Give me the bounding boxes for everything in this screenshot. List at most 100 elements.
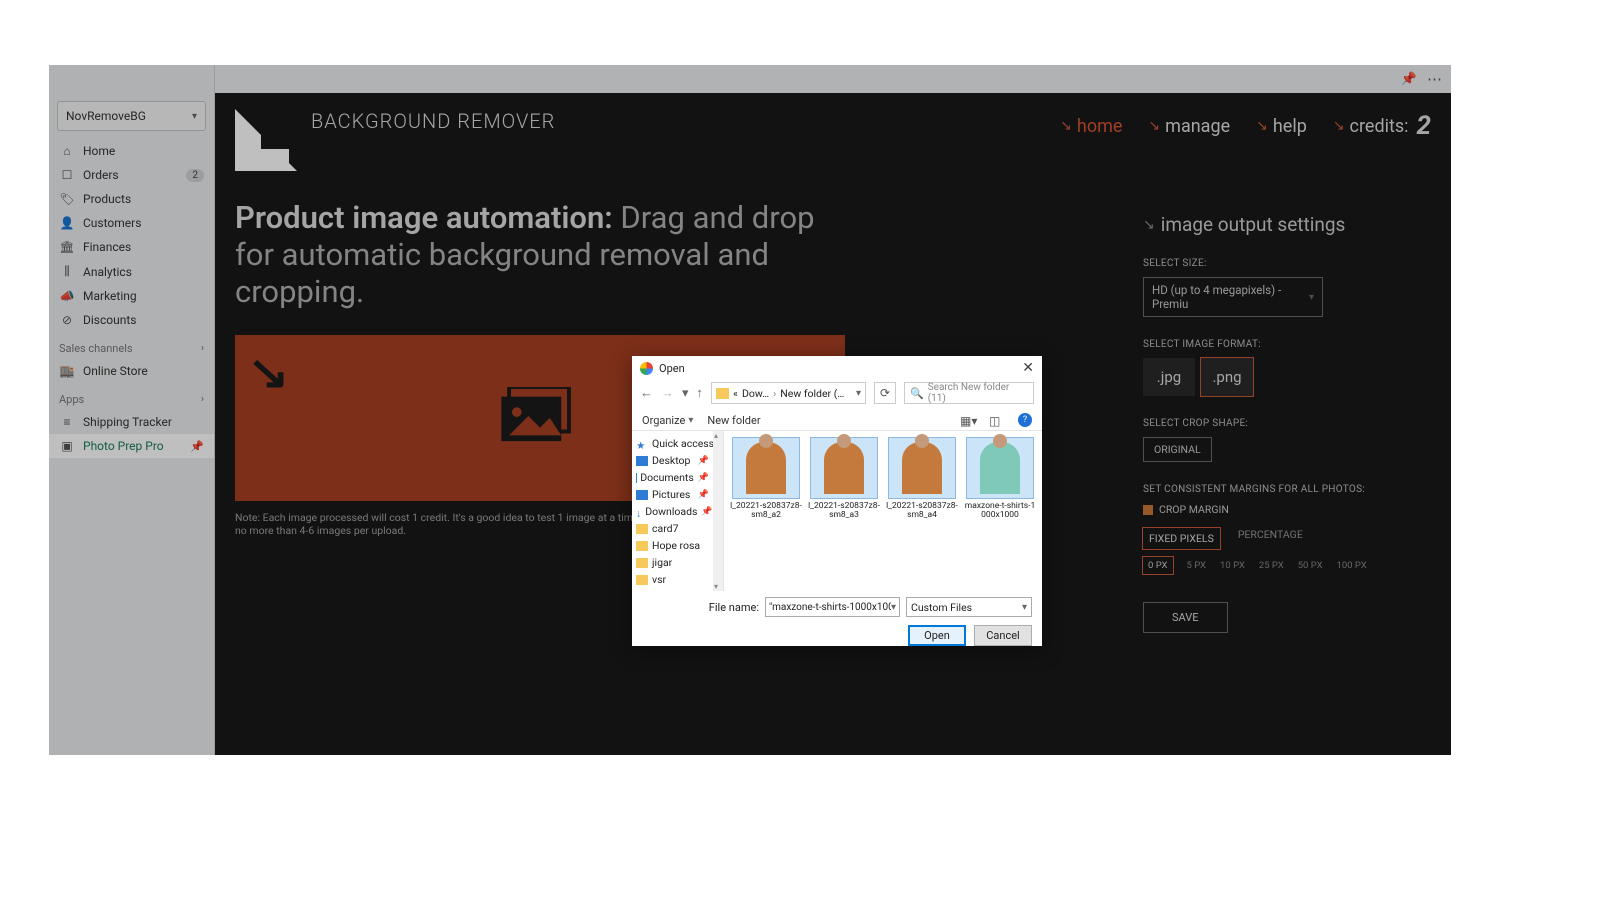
open-button[interactable]: Open	[908, 625, 966, 646]
cancel-button[interactable]: Cancel	[974, 625, 1032, 646]
help-icon[interactable]: ?	[1018, 413, 1032, 427]
refresh-icon[interactable]: ⟳	[874, 382, 896, 404]
more-icon[interactable]: ⋯	[1427, 70, 1443, 88]
pin-icon[interactable]: 📌	[190, 440, 204, 453]
tree-item-documents[interactable]: Documents📌	[632, 469, 723, 486]
view-mode-icon[interactable]: ▦▾	[960, 414, 975, 427]
margin-50px[interactable]: 50 PX	[1298, 560, 1323, 571]
margin-0px[interactable]: 0 PX	[1143, 557, 1173, 574]
crop-shape-button[interactable]: ORIGINAL	[1143, 437, 1212, 462]
file-name: maxzone-t-shirts-1000x1000	[964, 502, 1036, 521]
file-name: l_20221-s20837z8-sm8_a2	[730, 502, 802, 521]
store-name: NovRemoveBG	[66, 109, 146, 123]
app-tab-bar: Photo Prep Pro 📌 ⋯	[49, 65, 1451, 93]
format-label: SELECT IMAGE FORMAT:	[1143, 339, 1433, 350]
file-item[interactable]: l_20221-s20837z8-sm8_a4	[886, 437, 958, 521]
sidebar-item-online-store[interactable]: 🏬 Online Store	[49, 359, 214, 383]
margin-10px[interactable]: 10 PX	[1220, 560, 1245, 571]
sales-channels-header[interactable]: Sales channels›	[49, 332, 214, 359]
sidebar-item-photo-prep[interactable]: ▣ Photo Prep Pro 📌	[49, 434, 214, 458]
crop-margin-checkbox[interactable]: CROP MARGIN	[1143, 503, 1433, 516]
file-item[interactable]: l_20221-s20837z8-sm8_a3	[808, 437, 880, 521]
pin-icon: 📌	[698, 490, 709, 500]
sidebar-item-shipping[interactable]: ≡ Shipping Tracker	[49, 410, 214, 434]
folder-icon	[636, 575, 648, 585]
format-png-button[interactable]: .png	[1201, 358, 1253, 396]
size-select[interactable]: HD (up to 4 megapixels) - Premiu▾	[1143, 277, 1323, 317]
nav-credits[interactable]: ↘credits:2	[1333, 111, 1431, 141]
nav-recent-icon[interactable]: ▾	[682, 386, 689, 401]
package-icon: ≡	[59, 415, 75, 429]
output-settings-panel: ↘image output settings SELECT SIZE: HD (…	[1143, 213, 1433, 633]
arrow-down-right-icon: ↘	[247, 345, 289, 400]
margin-100px[interactable]: 100 PX	[1337, 560, 1367, 571]
nav-icon: ⊘	[59, 313, 75, 327]
tree-item-jigar[interactable]: jigar	[632, 554, 723, 571]
arrow-icon: ↘	[1333, 118, 1345, 134]
save-button[interactable]: SAVE	[1143, 602, 1228, 633]
filetype-select[interactable]: Custom Files▾	[906, 597, 1032, 617]
margin-5px[interactable]: 5 PX	[1187, 560, 1207, 571]
nav-back-icon[interactable]: ←	[640, 385, 653, 401]
sidebar-item-discounts[interactable]: ⊘Discounts	[49, 308, 214, 332]
organize-menu[interactable]: Organize ▾	[642, 414, 693, 427]
sidebar-item-home[interactable]: ⌂Home	[49, 139, 214, 163]
hero-headline: Product image automation: Drag and drop …	[235, 199, 855, 311]
breadcrumb[interactable]: « Dow…› New folder (… ▾	[711, 382, 866, 404]
chevron-down-icon[interactable]: ▾	[856, 388, 861, 399]
tree-item-card7[interactable]: card7	[632, 520, 723, 537]
tree-item-pictures[interactable]: Pictures📌	[632, 486, 723, 503]
file-item[interactable]: l_20221-s20837z8-sm8_a2	[730, 437, 802, 521]
nav-up-icon[interactable]: ↑	[697, 385, 704, 401]
tree-item-hope-rosa[interactable]: Hope rosa	[632, 537, 723, 554]
file-name: l_20221-s20837z8-sm8_a3	[808, 502, 880, 521]
folder-tree: ★Quick accessDesktop📌Documents📌Pictures📌…	[632, 431, 724, 591]
sidebar-item-marketing[interactable]: 📣Marketing	[49, 284, 214, 308]
file-thumbnail	[966, 437, 1034, 499]
photo-icon: ▣	[59, 439, 75, 453]
chevron-right-icon: ›	[201, 343, 204, 354]
tree-item-downloads[interactable]: ↓Downloads📌	[632, 503, 723, 520]
scrollbar[interactable]	[713, 431, 723, 591]
sidebar-item-finances[interactable]: 🏛Finances	[49, 235, 214, 259]
nav-icon: 👤	[59, 216, 75, 230]
apps-header[interactable]: Apps›	[49, 383, 214, 410]
percentage-toggle[interactable]: PERCENTAGE	[1238, 528, 1303, 549]
pin-icon[interactable]: 📌	[1401, 72, 1417, 87]
format-jpg-button[interactable]: .jpg	[1143, 358, 1195, 396]
file-thumbnail	[888, 437, 956, 499]
nav-help[interactable]: ↘help	[1256, 116, 1307, 137]
close-icon[interactable]: ✕	[1022, 360, 1034, 376]
nav-icon: 📣	[59, 289, 75, 303]
arrow-icon: ↘	[1060, 118, 1072, 134]
nav-manage[interactable]: ↘manage	[1148, 116, 1230, 137]
store-selector[interactable]: NovRemoveBG ▾	[57, 101, 206, 131]
fixed-pixels-toggle[interactable]: FIXED PIXELS	[1143, 528, 1220, 549]
admin-sidebar: NovRemoveBG ▾ ⌂Home☐Orders2🏷Products👤Cus…	[49, 65, 215, 755]
pin-icon: 📌	[701, 507, 712, 517]
new-folder-button[interactable]: New folder	[707, 414, 760, 427]
filename-input[interactable]: "maxzone-t-shirts-1000x1000" "l_2▾	[765, 597, 900, 617]
folder-icon	[636, 558, 648, 568]
tree-item-quick-access[interactable]: ★Quick access	[632, 435, 723, 452]
pin-icon: 📌	[698, 473, 709, 483]
pin-icon: 📌	[698, 456, 709, 466]
badge: 2	[186, 169, 204, 182]
margin-25px[interactable]: 25 PX	[1259, 560, 1284, 571]
sidebar-item-analytics[interactable]: ⫼Analytics	[49, 259, 214, 284]
tree-item-desktop[interactable]: Desktop📌	[632, 452, 723, 469]
file-thumbnail	[810, 437, 878, 499]
nav-home[interactable]: ↘home	[1060, 116, 1122, 137]
search-input[interactable]: 🔍 Search New folder (11)	[904, 382, 1034, 404]
store-icon: 🏬	[59, 364, 75, 378]
arrow-icon: ↘	[1143, 217, 1155, 233]
sidebar-item-products[interactable]: 🏷Products	[49, 187, 214, 211]
nav-icon: ⫼	[59, 264, 75, 279]
sidebar-item-customers[interactable]: 👤Customers	[49, 211, 214, 235]
nav-forward-icon[interactable]: →	[661, 385, 674, 401]
tree-item-vsr[interactable]: vsr	[632, 571, 723, 588]
chevron-down-icon: ▾	[192, 111, 197, 122]
sidebar-item-orders[interactable]: ☐Orders2	[49, 163, 214, 187]
preview-pane-icon[interactable]: ◫	[989, 414, 1004, 427]
file-item[interactable]: maxzone-t-shirts-1000x1000	[964, 437, 1036, 521]
